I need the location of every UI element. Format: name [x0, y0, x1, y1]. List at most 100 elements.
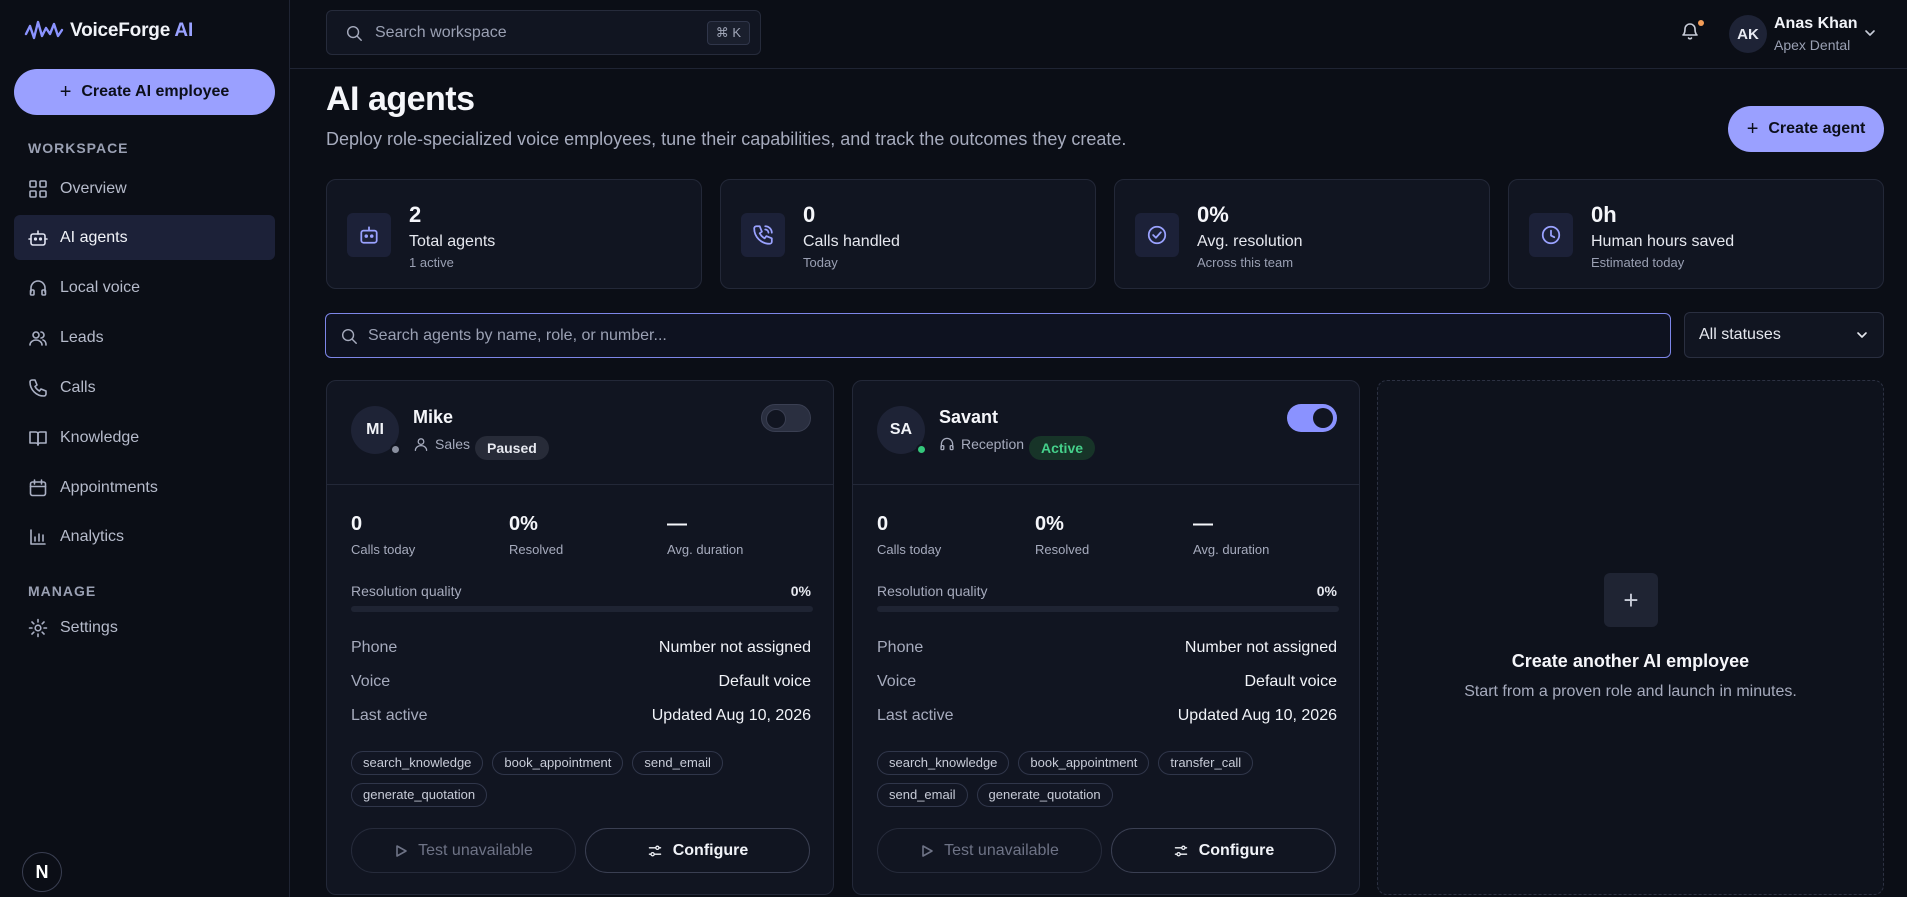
- metric-calls-today: 0 Calls today: [877, 513, 941, 557]
- phone-icon: [29, 378, 47, 397]
- phone-value: Number not assigned: [658, 639, 811, 656]
- agent-enabled-toggle[interactable]: [1287, 404, 1337, 432]
- configure-button[interactable]: Configure: [1111, 828, 1336, 873]
- gear-icon: [28, 618, 48, 637]
- notifications-bell-icon[interactable]: [1680, 21, 1700, 41]
- calendar-icon: [29, 478, 47, 496]
- sidebar-item-local-voice[interactable]: Local voice: [14, 265, 275, 310]
- status-filter-value: All statuses: [1699, 326, 1781, 343]
- stat-card-calls-handled: 0 Calls handled Today: [720, 179, 1096, 289]
- workspace-search[interactable]: ⌘ K: [326, 10, 761, 55]
- sidebar-item-overview[interactable]: Overview: [14, 166, 275, 211]
- resolution-quality-label: Resolution quality: [877, 583, 988, 599]
- metric-value: —: [667, 513, 687, 535]
- stat-value: 0: [803, 202, 816, 227]
- sidebar-item-calls[interactable]: Calls: [14, 365, 275, 410]
- users-icon: [29, 330, 47, 346]
- voice-value: Default voice: [718, 673, 812, 690]
- bot-icon: [347, 213, 391, 257]
- tool-tag: generate_quotation: [976, 783, 1113, 807]
- user-org: Apex Dental: [1774, 37, 1851, 53]
- agent-role: Reception: [939, 436, 1024, 452]
- brand-name: VoiceForge: [70, 20, 171, 41]
- status-filter-select[interactable]: All statuses: [1684, 312, 1884, 358]
- agent-role-label: Sales: [435, 436, 471, 452]
- sidebar-item-label: Settings: [60, 618, 118, 636]
- book-icon: [29, 430, 47, 446]
- voice-label: Voice: [351, 673, 391, 690]
- phone-label: Phone: [351, 639, 398, 656]
- sidebar-item-knowledge[interactable]: Knowledge: [14, 415, 275, 460]
- tool-tags: search_knowledge book_appointment send_ema…: [351, 751, 821, 807]
- phone-label: Phone: [877, 639, 924, 656]
- shortcut-hint: ⌘ K: [706, 21, 750, 45]
- chevron-down-icon: [1857, 332, 1867, 338]
- workspace-search-input[interactable]: [375, 23, 695, 42]
- metric-avg-duration: — Avg. duration: [667, 513, 743, 557]
- manage-section-label: MANAGE: [28, 583, 97, 599]
- page-subtitle: Deploy role-specialized voice employees,…: [326, 129, 1127, 149]
- test-agent-button[interactable]: Test unavailable: [877, 828, 1102, 873]
- stat-sublabel: Across this team: [1197, 255, 1294, 270]
- user-name[interactable]: Anas Khan: [1774, 15, 1858, 33]
- last-active-value: Updated Aug 10, 2026: [1177, 707, 1337, 724]
- tool-tags: search_knowledge book_appointment transfer…: [877, 751, 1347, 807]
- configure-label: Configure: [1198, 841, 1275, 859]
- metric-label: Calls today: [877, 542, 942, 557]
- test-agent-label: Test unavailable: [944, 841, 1059, 859]
- play-icon: [396, 844, 407, 857]
- phone-value: Number not assigned: [1184, 639, 1337, 656]
- app-badge[interactable]: N: [22, 852, 62, 892]
- create-ai-employee-label: Create AI employee: [81, 83, 230, 100]
- configure-label: Configure: [672, 841, 749, 859]
- metric-value: 0%: [509, 513, 538, 535]
- plus-icon: +: [1746, 118, 1759, 140]
- agent-search-input[interactable]: [368, 326, 1568, 345]
- sidebar-item-label: AI agents: [60, 228, 128, 246]
- metric-label: Resolved: [1035, 542, 1090, 557]
- tool-tag: search_knowledge: [351, 751, 484, 775]
- metric-resolved: 0% Resolved: [509, 513, 563, 557]
- sidebar-item-analytics[interactable]: Analytics: [14, 514, 275, 559]
- stat-value: 2: [409, 202, 422, 227]
- configure-button[interactable]: Configure: [585, 828, 810, 873]
- agent-enabled-toggle[interactable]: [761, 404, 811, 432]
- presence-indicator: [390, 444, 401, 455]
- brand[interactable]: VoiceForge AI: [24, 18, 193, 44]
- resolution-quality-bar: [351, 606, 813, 612]
- headphones-icon: [940, 437, 954, 451]
- stat-sublabel: 1 active: [409, 255, 454, 270]
- create-agent-label: Create agent: [1768, 120, 1866, 137]
- metric-value: 0%: [1035, 513, 1064, 535]
- sidebar-item-settings[interactable]: Settings: [14, 605, 275, 650]
- sidebar-item-appointments[interactable]: Appointments: [14, 465, 275, 510]
- create-agent-button[interactable]: + Create agent: [1728, 106, 1884, 152]
- chevron-down-icon[interactable]: [1863, 26, 1877, 40]
- create-another-employee-card[interactable]: + Create another AI employee Start from …: [1377, 380, 1884, 895]
- sliders-icon: [648, 845, 661, 856]
- agent-role-label: Reception: [961, 436, 1025, 452]
- metric-label: Resolved: [509, 542, 564, 557]
- sidebar-item-ai-agents[interactable]: AI agents: [14, 215, 275, 260]
- metric-avg-duration: — Avg. duration: [1193, 513, 1269, 557]
- resolution-quality-label: Resolution quality: [351, 583, 462, 599]
- sidebar-item-label: Calls: [60, 378, 96, 396]
- agent-card-header: SA Savant Reception Active: [853, 381, 1359, 485]
- voice-label: Voice: [877, 673, 917, 690]
- agent-role: Sales: [413, 436, 470, 452]
- agent-search[interactable]: [325, 313, 1671, 358]
- test-agent-button[interactable]: Test unavailable: [351, 828, 576, 873]
- stat-label: Total agents: [409, 233, 496, 250]
- bot-icon: [28, 229, 48, 246]
- user-avatar[interactable]: AK: [1729, 15, 1767, 53]
- last-active-label: Last active: [351, 707, 428, 724]
- sidebar-item-leads[interactable]: Leads: [14, 315, 275, 360]
- metric-resolved: 0% Resolved: [1035, 513, 1089, 557]
- create-ai-employee-button[interactable]: + Create AI employee: [14, 69, 275, 115]
- presence-indicator: [916, 444, 927, 455]
- stat-card-avg-resolution: 0% Avg. resolution Across this team: [1114, 179, 1490, 289]
- page-title: AI agents: [326, 80, 475, 118]
- sidebar: VoiceForge AI + Create AI employee WORKS…: [0, 0, 290, 897]
- create-another-title: Create another AI employee: [1511, 651, 1750, 671]
- plus-icon: +: [59, 81, 72, 103]
